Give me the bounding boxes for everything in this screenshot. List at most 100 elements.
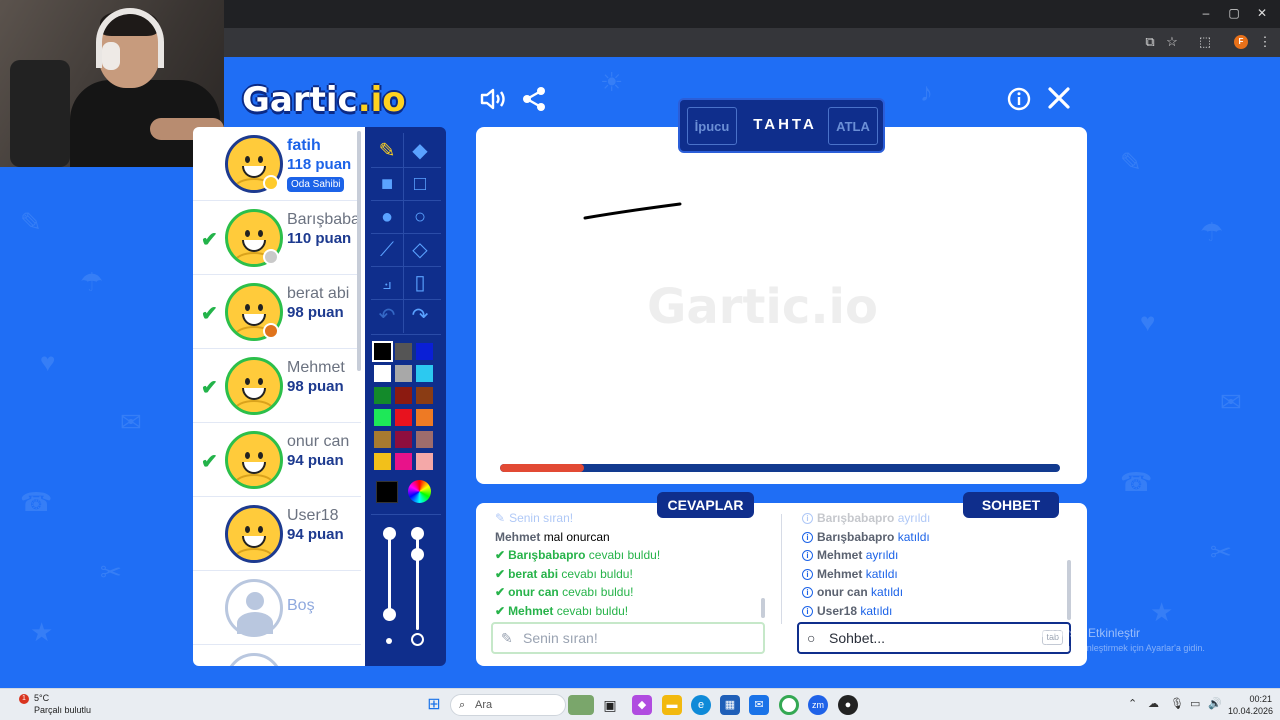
color-swatch[interactable] [374, 365, 391, 382]
color-swatch[interactable] [395, 343, 412, 360]
brush-size-slider[interactable] [388, 532, 391, 614]
activate-windows-subtitle: Windows'u etkinleştirmek için Ayarlar'a … [1027, 643, 1205, 653]
weather-widget[interactable]: 1 5°C Parçalı bulutlu [14, 693, 91, 715]
answers-tab[interactable]: CEVAPLAR [657, 492, 754, 518]
widget-image-icon[interactable] [568, 695, 594, 715]
search-icon: ⌕ [459, 699, 466, 711]
maximize-icon[interactable]: ▢ [1224, 6, 1244, 20]
hint-button[interactable]: İpucu [687, 107, 737, 145]
obs-icon[interactable]: ● [838, 695, 858, 715]
browser-menu-icon[interactable]: ⋮ [1256, 34, 1274, 50]
color-swatch[interactable] [395, 409, 412, 426]
answer-message: ✔ Barışbabapro cevabı buldu! [495, 548, 661, 563]
player-row[interactable]: ✔ Barışbabapro 110 puan [193, 201, 361, 275]
color-swatch[interactable] [395, 365, 412, 382]
color-swatch[interactable] [374, 431, 391, 448]
eraser-tool-icon[interactable]: ◇ [405, 235, 435, 265]
chrome-icon[interactable] [779, 695, 799, 715]
color-swatch[interactable] [395, 387, 412, 404]
player-row[interactable]: fatih 118 puan Oda Sahibi [193, 127, 361, 201]
color-swatch[interactable] [395, 431, 412, 448]
undo-tool-icon[interactable]: ↶ [372, 301, 402, 331]
outlook-icon[interactable]: ✉ [749, 695, 769, 715]
player-row[interactable]: User18 94 puan [193, 497, 361, 571]
opacity-slider[interactable] [416, 532, 419, 630]
doodle-icon: ☎ [20, 487, 53, 517]
doodle-icon: ☂ [1200, 217, 1224, 247]
store-icon[interactable]: ▦ [720, 695, 740, 715]
task-view-icon[interactable]: ▣ [600, 695, 620, 715]
info-icon[interactable] [1006, 87, 1032, 118]
microphone-icon[interactable]: 🎙 [1170, 697, 1184, 710]
copilot-icon[interactable]: ◆ [632, 695, 652, 715]
players-scrollbar[interactable] [357, 131, 361, 371]
fill-bucket-tool-icon[interactable]: ◆ [405, 136, 435, 166]
clear-page-tool-icon[interactable]: ▯ [405, 268, 435, 298]
drawing-canvas[interactable]: Gartic.io [476, 127, 1087, 484]
color-swatch[interactable] [374, 409, 391, 426]
cast-icon[interactable]: ⧉ [1141, 34, 1159, 50]
color-swatch[interactable] [416, 453, 433, 470]
line-tool-icon[interactable]: ⟋ [372, 235, 402, 265]
color-wheel-icon[interactable] [408, 480, 431, 503]
color-swatch[interactable] [416, 431, 433, 448]
network-icon[interactable]: ▭ [1190, 697, 1200, 710]
player-score: 110 puan [287, 230, 352, 247]
slider-top-knob[interactable] [383, 527, 396, 540]
doodle-icon: ✎ [20, 207, 42, 237]
slider-top-knob[interactable] [411, 527, 424, 540]
color-swatch[interactable] [395, 453, 412, 470]
doodle-icon: ✂ [1210, 537, 1232, 567]
speaker-icon[interactable] [478, 86, 508, 119]
brush-size-knob[interactable] [383, 608, 396, 621]
answers-scrollbar[interactable] [761, 598, 765, 618]
volume-icon[interactable]: 🔊 [1208, 697, 1222, 710]
color-swatch[interactable] [372, 341, 393, 362]
chat-scrollbar[interactable] [1067, 560, 1071, 620]
eyedropper-tool-icon[interactable]: ⟓ [372, 268, 402, 298]
extensions-icon[interactable]: ⬚ [1196, 34, 1214, 50]
info-icon: i [802, 587, 813, 599]
color-swatch[interactable] [374, 453, 391, 470]
rectangle-tool-icon[interactable]: □ [405, 169, 435, 199]
zoom-icon[interactable]: zm [808, 695, 828, 715]
guessed-check-icon: ✔ [201, 303, 218, 325]
player-row[interactable]: ✔ berat abi 98 puan [193, 275, 361, 349]
filled-circle-tool-icon[interactable]: ● [372, 202, 402, 232]
edge-icon[interactable]: e [691, 695, 711, 715]
color-swatch[interactable] [416, 365, 433, 382]
color-swatch[interactable] [416, 343, 433, 360]
minimize-icon[interactable]: – [1196, 6, 1216, 20]
file-explorer-icon[interactable]: ▬ [662, 695, 682, 715]
chat-message: i Barışbabapro ayrıldı [802, 511, 930, 525]
drawn-stroke [583, 202, 682, 220]
taskbar-search[interactable]: ⌕ Ara [450, 694, 566, 716]
player-row[interactable]: ✔ onur can 94 puan [193, 423, 361, 497]
info-icon: i [802, 606, 813, 617]
share-icon[interactable] [520, 86, 548, 119]
avatar [225, 431, 283, 489]
window-close-icon[interactable]: ✕ [1252, 6, 1272, 20]
filled-rectangle-tool-icon[interactable]: ■ [372, 169, 402, 199]
guessed-check-icon: ✔ [201, 451, 218, 473]
answer-input[interactable]: ✎ Senin sıran! [491, 622, 765, 654]
color-swatch[interactable] [416, 387, 433, 404]
clock[interactable]: 00:21 10.04.2026 [1228, 694, 1273, 716]
close-icon[interactable] [1046, 86, 1072, 117]
bookmark-star-icon[interactable]: ☆ [1163, 34, 1181, 50]
tray-chevron-icon[interactable]: ⌃ [1128, 697, 1137, 710]
color-swatch[interactable] [416, 409, 433, 426]
chat-message: i Mehmet ayrıldı [802, 548, 898, 562]
color-swatch[interactable] [374, 387, 391, 404]
opacity-knob[interactable] [411, 548, 424, 561]
skip-button[interactable]: ATLA [828, 107, 878, 145]
player-score: 98 puan [287, 378, 344, 395]
redo-tool-icon[interactable]: ↷ [405, 301, 435, 331]
pencil-tool-icon[interactable]: ✎ [372, 136, 402, 166]
cloud-icon[interactable]: ☁ [1148, 697, 1159, 710]
chat-tab[interactable]: SOHBET [963, 492, 1059, 518]
start-menu-icon[interactable]: ⊞ [424, 695, 444, 715]
profile-avatar[interactable]: F [1234, 35, 1248, 49]
player-row[interactable]: ✔ Mehmet 98 puan [193, 349, 361, 423]
circle-tool-icon[interactable]: ○ [405, 202, 435, 232]
